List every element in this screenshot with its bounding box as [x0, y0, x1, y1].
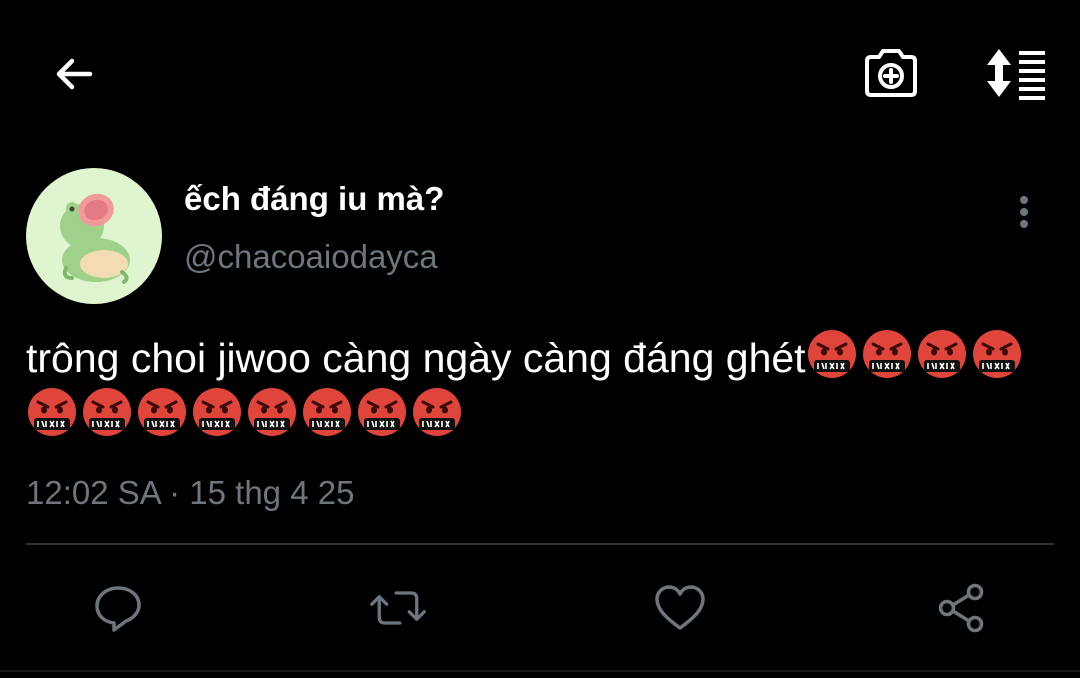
- face-with-symbols-on-mouth-emoji: [413, 388, 461, 436]
- share-button[interactable]: [932, 578, 992, 638]
- reply-button[interactable]: [88, 578, 148, 638]
- display-name[interactable]: ếch đáng iu mà?: [184, 180, 444, 218]
- face-with-symbols-on-mouth-emoji: [358, 388, 406, 436]
- camera-button[interactable]: [856, 40, 926, 106]
- camera-plus-icon: [865, 49, 917, 97]
- tweet-timestamp: 12:02 SA · 15 thg 4 25: [26, 474, 355, 511]
- face-with-symbols-on-mouth-emoji: [807, 330, 856, 378]
- face-with-symbols-on-mouth-emoji: [917, 330, 966, 378]
- divider: [26, 543, 1054, 545]
- tweet-text-content: trông choi jiwoo càng ngày càng đáng ghé…: [26, 335, 806, 381]
- face-with-symbols-on-mouth-emoji: [193, 388, 241, 436]
- face-with-symbols-on-mouth-emoji: [83, 388, 131, 436]
- tweet-text: trông choi jiwoo càng ngày càng đáng ghé…: [26, 328, 1056, 444]
- top-bar: [0, 0, 1080, 150]
- tweet-header: ếch đáng iu mà? @chacoaiodayca: [0, 160, 1080, 310]
- more-options-button[interactable]: [1004, 190, 1044, 234]
- bottom-border: [0, 670, 1080, 672]
- more-vertical-icon: [1020, 196, 1028, 228]
- face-with-symbols-on-mouth-emoji: [28, 388, 76, 436]
- face-with-symbols-on-mouth-emoji: [972, 330, 1021, 378]
- frog-avatar-icon: [60, 193, 130, 284]
- share-icon: [938, 583, 984, 633]
- heart-icon: [655, 585, 705, 630]
- face-with-symbols-on-mouth-emoji: [862, 330, 911, 378]
- retweet-button[interactable]: [368, 578, 428, 638]
- face-with-symbols-on-mouth-emoji: [303, 388, 351, 436]
- face-with-symbols-on-mouth-emoji: [248, 388, 296, 436]
- retweet-icon: [370, 591, 426, 625]
- arrow-left-icon: [56, 58, 93, 90]
- reply-icon: [95, 586, 141, 632]
- sort-button[interactable]: [978, 40, 1054, 106]
- user-handle[interactable]: @chacoaiodayca: [184, 238, 438, 276]
- back-button[interactable]: [44, 44, 104, 104]
- sort-list-icon: [987, 49, 1045, 100]
- like-button[interactable]: [650, 578, 710, 638]
- avatar[interactable]: [26, 168, 162, 304]
- face-with-symbols-on-mouth-emoji: [138, 388, 186, 436]
